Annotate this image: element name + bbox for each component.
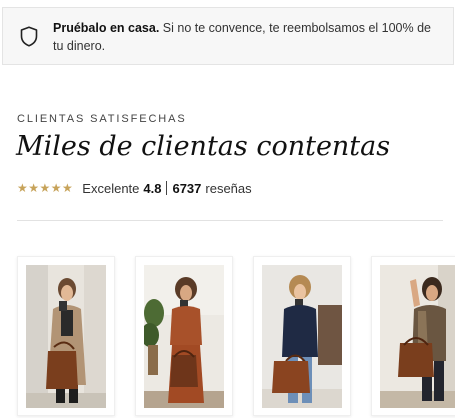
customer-photo-2 bbox=[144, 265, 224, 408]
rating-summary: ★★★★★ Excelente 4.8 6737 reseñas bbox=[17, 180, 252, 196]
review-count: 6737 bbox=[172, 180, 202, 196]
star-rating-icon: ★★★★★ bbox=[17, 181, 74, 195]
guarantee-message: Pruébalo en casa. Si no te convence, te … bbox=[53, 19, 443, 55]
customer-photo-4 bbox=[380, 265, 455, 408]
shield-icon bbox=[20, 26, 38, 47]
customer-photo-3 bbox=[262, 265, 342, 408]
rating-label: Excelente bbox=[82, 180, 140, 196]
customer-photo-card[interactable] bbox=[17, 256, 115, 416]
reviews-label: reseñas bbox=[205, 180, 252, 196]
customer-photo-card[interactable] bbox=[135, 256, 233, 416]
rating-separator bbox=[166, 181, 168, 195]
section-eyebrow: CLIENTAS SATISFECHAS bbox=[17, 113, 187, 125]
customer-photo-card[interactable] bbox=[253, 256, 351, 416]
customer-photo-card[interactable] bbox=[371, 256, 455, 416]
section-headline: Miles de clientas contentas bbox=[16, 131, 391, 162]
section-divider bbox=[17, 220, 443, 221]
rating-value: 4.8 bbox=[143, 180, 162, 196]
guarantee-bold-text: Pruébalo en casa. bbox=[53, 21, 160, 35]
customer-photo-1 bbox=[26, 265, 106, 408]
guarantee-banner: Pruébalo en casa. Si no te convence, te … bbox=[2, 7, 454, 65]
